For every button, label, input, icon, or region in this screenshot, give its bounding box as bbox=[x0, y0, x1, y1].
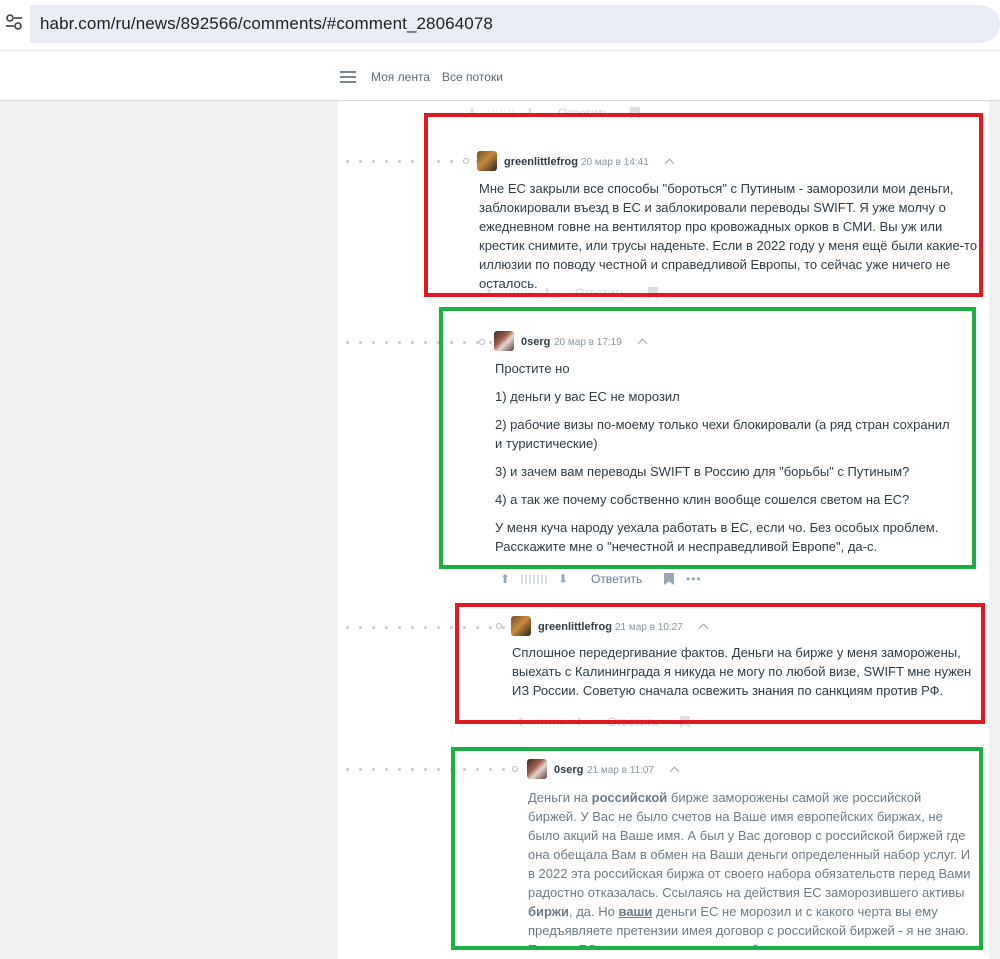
left-gutter bbox=[0, 101, 338, 959]
browser-toolbar: habr.com/ru/news/892566/comments/#commen… bbox=[0, 0, 1000, 50]
highlight-frame bbox=[439, 307, 976, 569]
vote-score bbox=[521, 575, 547, 584]
menu-icon[interactable] bbox=[340, 71, 356, 83]
bookmark-icon[interactable] bbox=[664, 573, 674, 585]
right-gutter bbox=[989, 101, 1000, 959]
highlight-frame bbox=[451, 747, 983, 950]
site-header: Моя лента Все потоки bbox=[0, 50, 1000, 101]
reply-link[interactable]: Ответить bbox=[591, 572, 642, 586]
more-options-icon[interactable]: ••• bbox=[686, 572, 702, 586]
comment-actions: ⬆ ⬇ Ответить ••• bbox=[499, 572, 709, 588]
site-settings-icon[interactable] bbox=[0, 4, 30, 40]
highlight-frame bbox=[455, 603, 985, 724]
upvote-icon[interactable]: ⬆ bbox=[499, 572, 511, 586]
highlight-frame bbox=[424, 113, 983, 297]
nav-my-feed[interactable]: Моя лента bbox=[371, 70, 430, 84]
downvote-icon[interactable]: ⬇ bbox=[557, 572, 569, 586]
address-bar[interactable]: habr.com/ru/news/892566/comments/#commen… bbox=[30, 5, 1000, 43]
url-text: habr.com/ru/news/892566/comments/#commen… bbox=[40, 14, 493, 33]
nav-all-streams[interactable]: Все потоки bbox=[442, 70, 503, 84]
